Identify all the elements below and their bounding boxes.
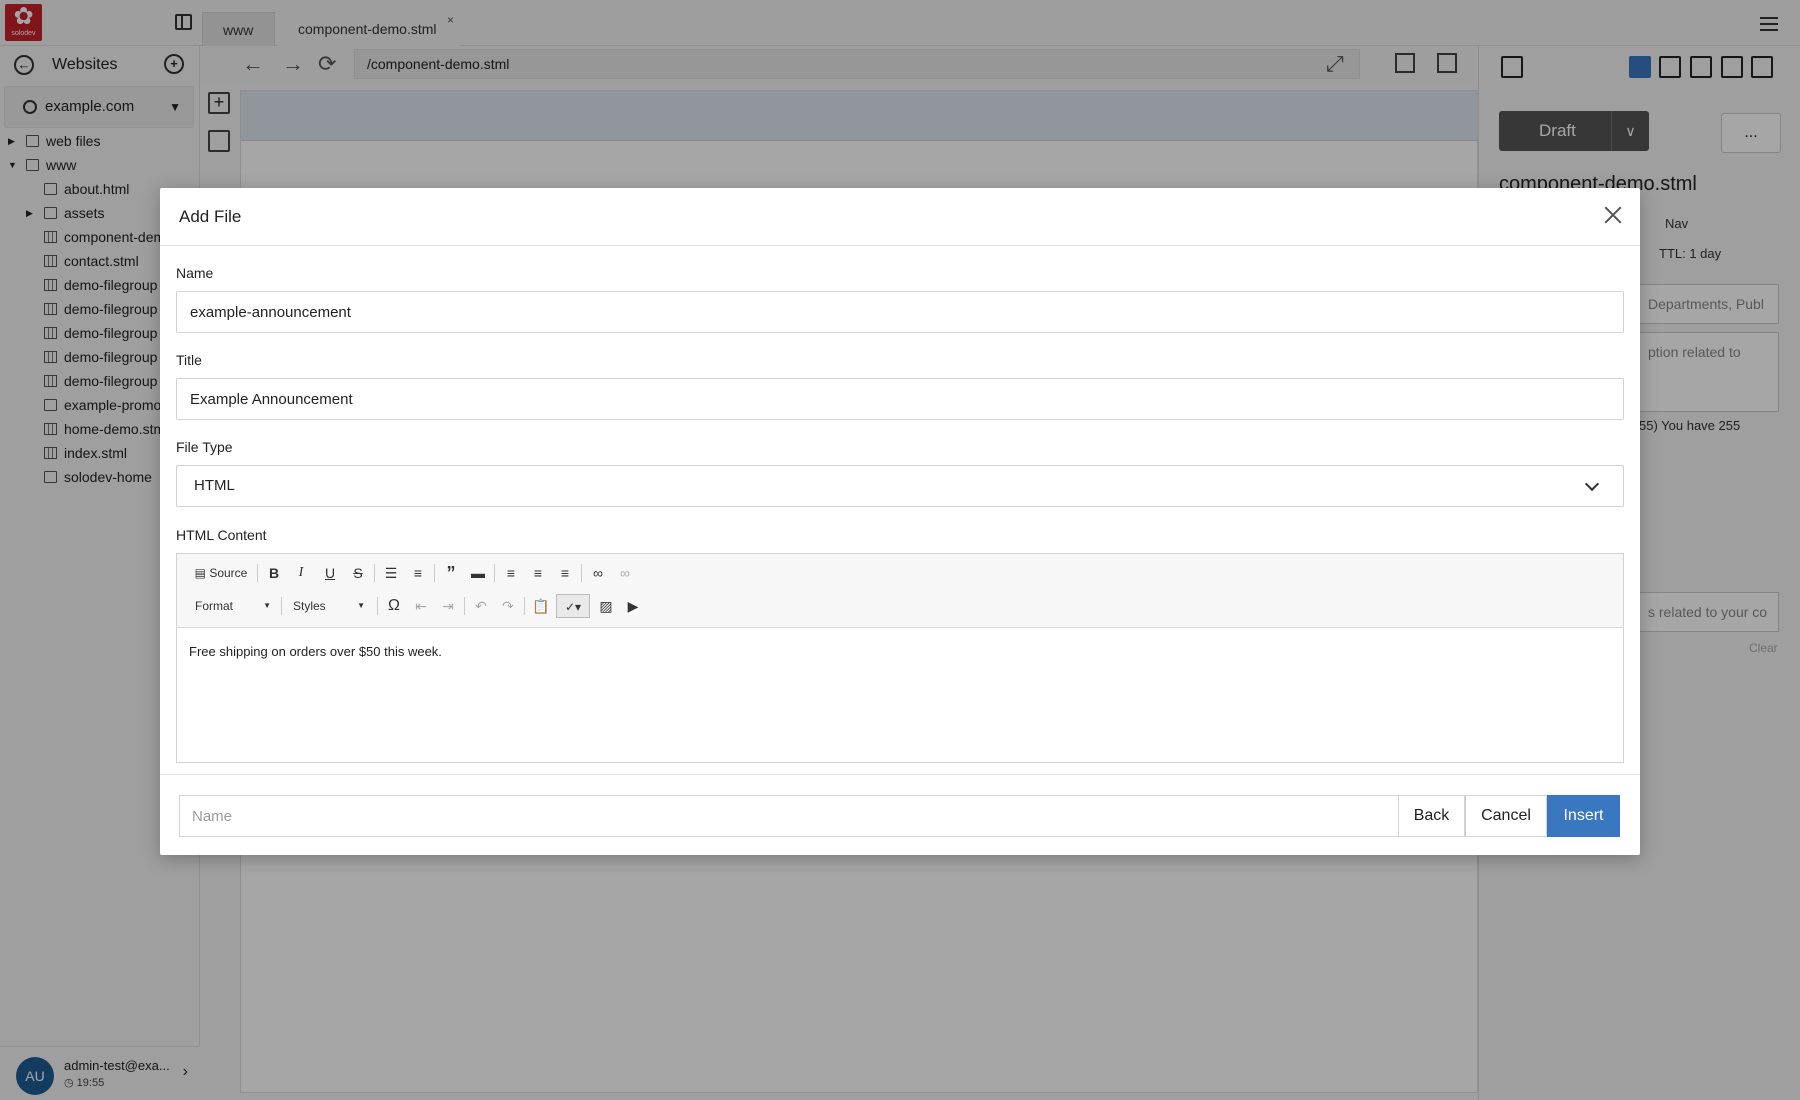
caret-icon: ▼ <box>263 601 271 610</box>
align-left-icon[interactable]: ≡ <box>500 561 522 585</box>
spellcheck-icon[interactable]: ✓▾ <box>556 594 590 618</box>
indent-icon[interactable]: ⇥ <box>437 594 459 618</box>
format-label: Format <box>195 599 234 613</box>
toolbar-separator <box>494 564 495 582</box>
name-label: Name <box>176 265 214 281</box>
styles-dropdown[interactable]: Styles ▼ <box>283 594 369 618</box>
unlink-icon[interactable]: ∞ <box>614 561 636 585</box>
toolbar-separator <box>464 597 465 615</box>
back-button[interactable]: Back <box>1398 795 1465 837</box>
source-button[interactable]: ▤ Source <box>191 561 251 585</box>
bold-icon[interactable]: B <box>263 561 285 585</box>
source-label: Source <box>209 566 248 580</box>
align-center-icon[interactable]: ≡ <box>527 561 549 585</box>
special-character-icon[interactable]: Ω <box>383 594 405 618</box>
chevron-down-icon <box>1584 476 1600 492</box>
title-input[interactable] <box>176 378 1624 420</box>
undo-icon[interactable]: ↶ <box>470 594 492 618</box>
toolbar-separator <box>524 597 525 615</box>
paste-icon[interactable]: 📋 <box>530 594 552 618</box>
modal-header: Add File <box>160 188 1640 246</box>
redo-icon[interactable]: ↷ <box>497 594 519 618</box>
title-label: Title <box>176 352 202 368</box>
image-icon[interactable]: ▨ <box>595 594 617 618</box>
italic-icon[interactable]: I <box>290 561 312 585</box>
strikethrough-icon[interactable]: S <box>347 561 369 585</box>
editor-content[interactable]: Free shipping on orders over $50 this we… <box>189 644 442 659</box>
toolbar-separator <box>257 564 258 582</box>
footer-name-input[interactable] <box>179 795 1398 837</box>
toolbar-separator <box>581 564 582 582</box>
toolbar-separator <box>374 564 375 582</box>
align-right-icon[interactable]: ≡ <box>554 561 576 585</box>
close-icon[interactable] <box>1600 202 1626 228</box>
html-editor: ▤ Source B I U S ☰ ≡ ” ▬ ≡ ≡ ≡ ∞ ∞ Forma… <box>176 553 1624 763</box>
horizontal-rule-icon[interactable]: ▬ <box>467 561 489 585</box>
name-input[interactable] <box>176 291 1624 333</box>
styles-label: Styles <box>293 599 326 613</box>
underline-icon[interactable]: U <box>319 561 341 585</box>
toolbar-separator <box>434 564 435 582</box>
file-type-label: File Type <box>176 439 233 455</box>
editor-toolbar: ▤ Source B I U S ☰ ≡ ” ▬ ≡ ≡ ≡ ∞ ∞ Forma… <box>177 554 1623 628</box>
file-type-value: HTML <box>194 477 235 494</box>
html-content-label: HTML Content <box>176 527 267 543</box>
toolbar-separator <box>377 597 378 615</box>
toolbar-separator <box>281 597 282 615</box>
add-file-dialog: Add File Name Title File Type HTML HTML … <box>160 188 1640 855</box>
outdent-icon[interactable]: ⇤ <box>410 594 432 618</box>
file-type-select[interactable]: HTML <box>176 465 1624 507</box>
bulleted-list-icon[interactable]: ☰ <box>380 561 402 585</box>
blockquote-icon[interactable]: ” <box>440 561 462 585</box>
modal-title: Add File <box>179 207 242 226</box>
link-icon[interactable]: ∞ <box>587 561 609 585</box>
numbered-list-icon[interactable]: ≡ <box>407 561 429 585</box>
caret-icon: ▼ <box>357 601 365 610</box>
video-icon[interactable]: ▶ <box>622 594 644 618</box>
insert-button[interactable]: Insert <box>1547 795 1620 837</box>
cancel-button[interactable]: Cancel <box>1465 795 1547 837</box>
modal-footer: Back Cancel Insert <box>160 774 1640 855</box>
format-dropdown[interactable]: Format ▼ <box>185 594 275 618</box>
